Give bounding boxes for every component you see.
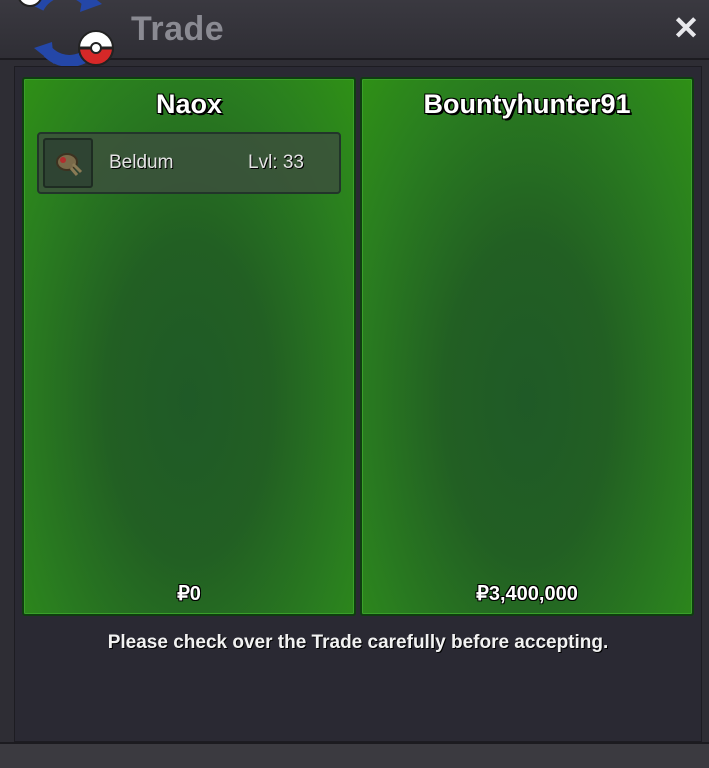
pokemon-name: Beldum — [109, 152, 174, 173]
offered-pokemon-item[interactable]: Beldum Lvl: 33 — [37, 132, 341, 194]
offered-money: ₽0 — [177, 583, 201, 605]
trade-notice: Please check over the Trade carefully be… — [107, 632, 609, 653]
close-icon[interactable]: ✕ — [673, 10, 700, 46]
partner-name: Bountyhunter91 — [423, 89, 631, 119]
pokemon-level: Lvl: 33 — [248, 152, 304, 173]
trade-content: Naox Beldum Lvl: 33 ₽0 Bountyhunter91 ₽3… — [14, 66, 702, 742]
beldum-sprite-icon — [43, 138, 93, 188]
my-offer-panel: Naox Beldum Lvl: 33 ₽0 — [22, 77, 356, 616]
partner-offer-panel: Bountyhunter91 ₽3,400,000 — [360, 77, 694, 616]
close-button[interactable]: ✕ — [671, 10, 701, 46]
window-title: Trade — [131, 10, 225, 48]
trade-swap-pokeball-icon — [18, 0, 118, 70]
title-bar[interactable]: Trade ✕ — [0, 0, 709, 67]
trade-window: Trade ✕ Naox Beldum Lvl: 33 ₽0 Bountyhun… — [0, 0, 709, 768]
partner-money: ₽3,400,000 — [476, 583, 578, 605]
bottom-bar — [0, 742, 709, 768]
player-name: Naox — [155, 89, 223, 119]
